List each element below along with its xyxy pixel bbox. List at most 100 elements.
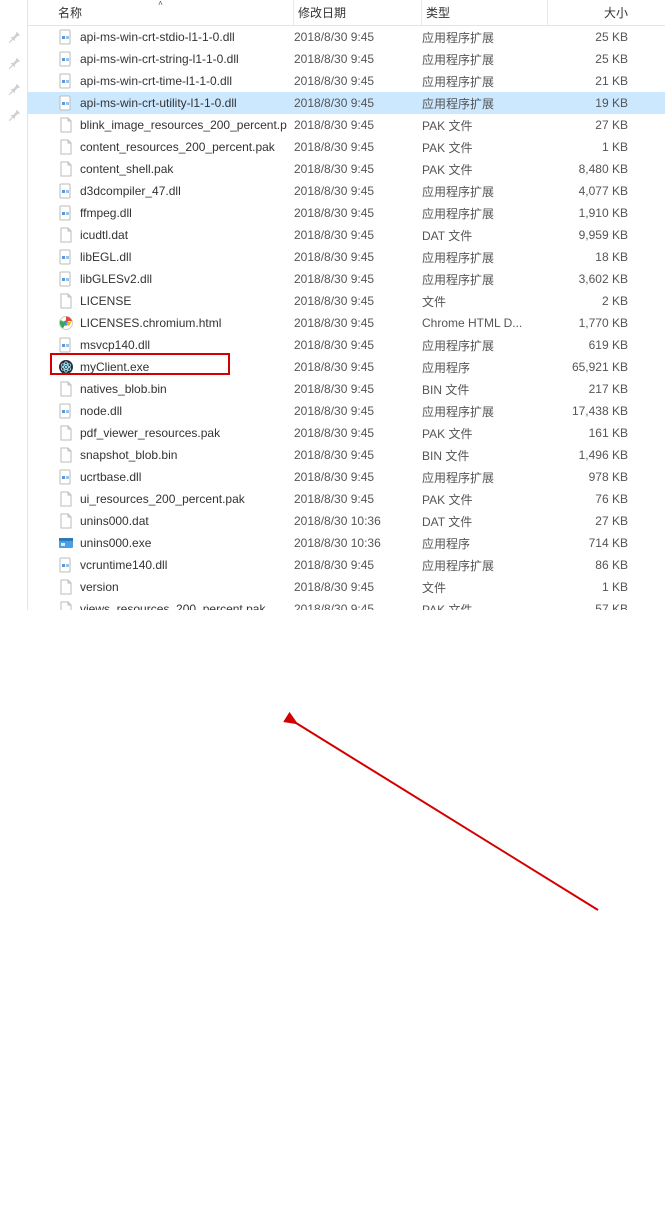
file-icon <box>58 425 74 441</box>
file-date: 2018/8/30 9:45 <box>294 162 422 176</box>
file-row[interactable]: ui_resources_200_percent.pak2018/8/30 9:… <box>28 488 665 510</box>
file-row[interactable]: unins000.dat2018/8/30 10:36DAT 文件27 KB <box>28 510 665 532</box>
file-row[interactable]: ucrtbase.dll2018/8/30 9:45应用程序扩展978 KB <box>28 466 665 488</box>
file-row[interactable]: d3dcompiler_47.dll2018/8/30 9:45应用程序扩展4,… <box>28 180 665 202</box>
quick-access-pin-strip <box>0 0 28 610</box>
file-type: 应用程序扩展 <box>422 51 548 68</box>
file-name: api-ms-win-crt-time-l1-1-0.dll <box>80 74 232 88</box>
file-row[interactable]: natives_blob.bin2018/8/30 9:45BIN 文件217 … <box>28 378 665 400</box>
file-date: 2018/8/30 9:45 <box>294 580 422 594</box>
pin-icon <box>7 82 21 96</box>
file-list[interactable]: api-ms-win-crt-stdio-l1-1-0.dll2018/8/30… <box>28 26 665 610</box>
file-size: 2 KB <box>548 294 638 308</box>
file-row[interactable]: icudtl.dat2018/8/30 9:45DAT 文件9,959 KB <box>28 224 665 246</box>
file-date: 2018/8/30 10:36 <box>294 514 422 528</box>
column-header-date[interactable]: 修改日期 <box>294 0 422 25</box>
file-size: 1 KB <box>548 140 638 154</box>
file-row[interactable]: content_shell.pak2018/8/30 9:45PAK 文件8,4… <box>28 158 665 180</box>
file-name: views_resources_200_percent.pak <box>80 602 265 610</box>
file-icon <box>58 117 74 133</box>
file-row[interactable]: vcruntime140.dll2018/8/30 9:45应用程序扩展86 K… <box>28 554 665 576</box>
column-header-name[interactable]: 名称 ˄ <box>28 0 294 25</box>
file-type: PAK 文件 <box>422 139 548 156</box>
file-row[interactable]: msvcp140.dll2018/8/30 9:45应用程序扩展619 KB <box>28 334 665 356</box>
file-row[interactable]: unins000.exe2018/8/30 10:36应用程序714 KB <box>28 532 665 554</box>
file-row[interactable]: ffmpeg.dll2018/8/30 9:45应用程序扩展1,910 KB <box>28 202 665 224</box>
file-size: 619 KB <box>548 338 638 352</box>
file-name: ucrtbase.dll <box>80 470 141 484</box>
file-date: 2018/8/30 9:45 <box>294 184 422 198</box>
file-name: d3dcompiler_47.dll <box>80 184 181 198</box>
file-row[interactable]: LICENSE2018/8/30 9:45文件2 KB <box>28 290 665 312</box>
dll-icon <box>58 469 74 485</box>
file-type: 应用程序扩展 <box>422 73 548 90</box>
file-date: 2018/8/30 9:45 <box>294 602 422 610</box>
file-type: 应用程序 <box>422 359 548 376</box>
dll-icon <box>58 271 74 287</box>
file-row[interactable]: api-ms-win-crt-string-l1-1-0.dll 2018/8/3… <box>28 48 665 70</box>
file-size: 1,910 KB <box>548 206 638 220</box>
file-row[interactable]: snapshot_blob.bin2018/8/30 9:45BIN 文件1,4… <box>28 444 665 466</box>
file-date: 2018/8/30 9:45 <box>294 52 422 66</box>
pin-icon <box>7 30 21 44</box>
file-date: 2018/8/30 9:45 <box>294 228 422 242</box>
file-name: icudtl.dat <box>80 228 128 242</box>
file-row[interactable]: views_resources_200_percent.pak 2018/8/30… <box>28 598 665 610</box>
file-row[interactable]: LICENSES.chromium.html2018/8/30 9:45Chro… <box>28 312 665 334</box>
file-size: 978 KB <box>548 470 638 484</box>
file-row[interactable]: content_resources_200_percent.pak2018/8/… <box>28 136 665 158</box>
file-name: api-ms-win-crt-string-l1-1-0.dll <box>80 52 239 66</box>
file-date: 2018/8/30 9:45 <box>294 338 422 352</box>
file-name: unins000.dat <box>80 514 149 528</box>
file-size: 1,770 KB <box>548 316 638 330</box>
pin-icon <box>7 108 21 122</box>
dll-icon <box>58 403 74 419</box>
file-date: 2018/8/30 9:45 <box>294 74 422 88</box>
file-name: node.dll <box>80 404 122 418</box>
file-date: 2018/8/30 9:45 <box>294 250 422 264</box>
annotation-arrow <box>0 610 665 1220</box>
column-header-type[interactable]: 类型 <box>422 0 548 25</box>
file-row[interactable]: api-ms-win-crt-time-l1-1-0.dll 2018/8/30 … <box>28 70 665 92</box>
file-size: 4,077 KB <box>548 184 638 198</box>
file-row[interactable]: myClient.exe2018/8/30 9:45应用程序65,921 KB <box>28 356 665 378</box>
file-name: libGLESv2.dll <box>80 272 152 286</box>
file-date: 2018/8/30 9:45 <box>294 96 422 110</box>
file-row[interactable]: version2018/8/30 9:45文件1 KB <box>28 576 665 598</box>
file-row[interactable]: blink_image_resources_200_percent.p2018/… <box>28 114 665 136</box>
file-icon <box>58 447 74 463</box>
file-icon <box>58 579 74 595</box>
file-type: Chrome HTML D... <box>422 316 548 330</box>
file-row[interactable]: pdf_viewer_resources.pak2018/8/30 9:45PA… <box>28 422 665 444</box>
file-date: 2018/8/30 9:45 <box>294 316 422 330</box>
file-type: 应用程序扩展 <box>422 29 548 46</box>
pin-icon <box>7 56 21 70</box>
file-row[interactable]: api-ms-win-crt-stdio-l1-1-0.dll2018/8/30… <box>28 26 665 48</box>
file-name: ui_resources_200_percent.pak <box>80 492 245 506</box>
file-name: unins000.exe <box>80 536 151 550</box>
file-date: 2018/8/30 9:45 <box>294 294 422 308</box>
file-size: 27 KB <box>548 118 638 132</box>
exe-icon <box>58 535 74 551</box>
file-type: BIN 文件 <box>422 381 548 398</box>
file-row[interactable]: libEGL.dll2018/8/30 9:45应用程序扩展18 KB <box>28 246 665 268</box>
file-type: PAK 文件 <box>422 117 548 134</box>
file-size: 217 KB <box>548 382 638 396</box>
file-size: 27 KB <box>548 514 638 528</box>
file-row[interactable]: libGLESv2.dll2018/8/30 9:45应用程序扩展3,602 K… <box>28 268 665 290</box>
file-row[interactable]: node.dll2018/8/30 9:45应用程序扩展17,438 KB <box>28 400 665 422</box>
file-icon <box>58 513 74 529</box>
file-size: 3,602 KB <box>548 272 638 286</box>
dll-icon <box>58 249 74 265</box>
file-icon <box>58 491 74 507</box>
file-name: api-ms-win-crt-utility-l1-1-0.dll <box>80 96 237 110</box>
file-row[interactable]: api-ms-win-crt-utility-l1-1-0.dll 2018/8/… <box>28 92 665 114</box>
file-icon <box>58 381 74 397</box>
file-type: PAK 文件 <box>422 425 548 442</box>
file-type: PAK 文件 <box>422 491 548 508</box>
column-header-name-label: 名称 <box>58 4 82 21</box>
file-size: 1,496 KB <box>548 448 638 462</box>
file-name: content_shell.pak <box>80 162 173 176</box>
dll-icon <box>58 29 74 45</box>
column-header-size[interactable]: 大小 <box>548 0 638 25</box>
